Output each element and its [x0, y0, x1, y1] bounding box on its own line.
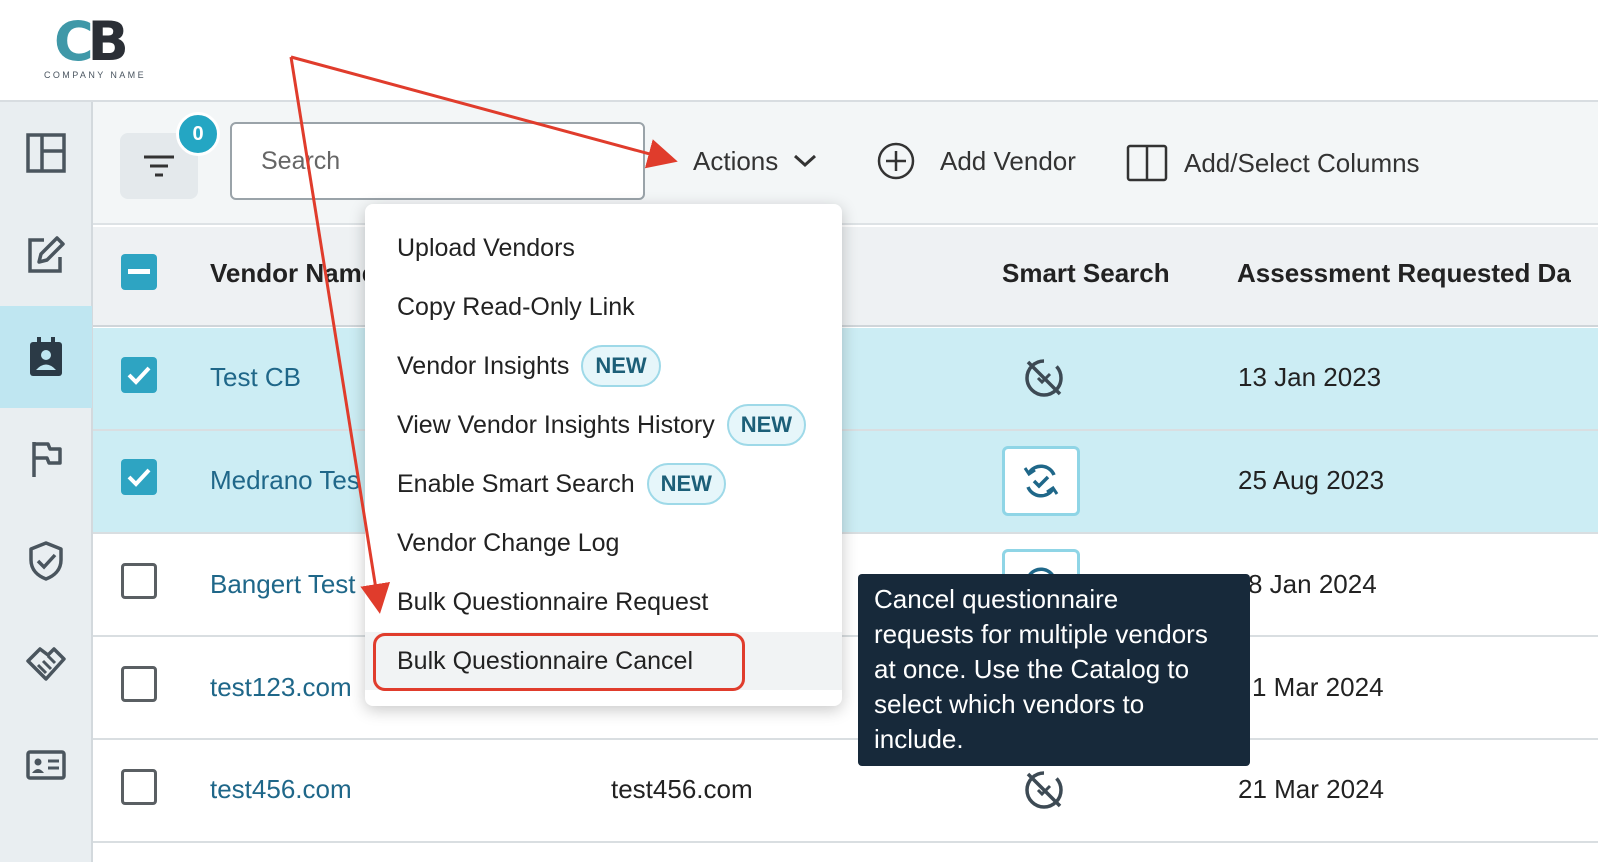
company-logo: CB COMPANY NAME — [40, 14, 160, 84]
row-checkbox[interactable] — [121, 666, 157, 702]
tooltip: Cancel questionnaire requests for multip… — [858, 574, 1250, 766]
sidebar — [0, 102, 93, 862]
logo-letter-c: C — [54, 10, 94, 73]
sidebar-item-security[interactable] — [0, 510, 92, 612]
smart-search-disabled-icon — [1025, 771, 1063, 809]
menu-item-label: Enable Smart Search — [397, 469, 635, 498]
actions-menu: Upload Vendors Copy Read-Only Link Vendo… — [365, 204, 842, 706]
new-badge: NEW — [726, 404, 807, 446]
menu-item-label: View Vendor Insights History — [397, 410, 715, 439]
column-header-vendor-name[interactable]: Vendor Name — [210, 258, 376, 289]
vendor-domain: test456.com — [611, 774, 753, 804]
filter-icon — [144, 155, 174, 177]
contact-clipboard-icon — [30, 337, 62, 376]
id-card-icon — [26, 750, 66, 780]
sidebar-item-partners[interactable] — [0, 612, 92, 714]
tooltip-line: include. — [874, 724, 964, 754]
sidebar-item-flags[interactable] — [0, 408, 92, 510]
vendor-name-link[interactable]: Test CB — [210, 362, 301, 393]
checkmark-icon — [127, 366, 151, 385]
minus-icon — [128, 269, 150, 274]
logo-letter-b: B — [87, 10, 129, 73]
flag-icon — [32, 442, 62, 477]
column-header-assessment-requested[interactable]: Assessment Requested Da — [1237, 258, 1571, 289]
add-select-columns-label: Add/Select Columns — [1184, 147, 1420, 178]
sidebar-item-edit[interactable] — [0, 204, 92, 306]
menu-item-copy-read-only-link[interactable]: Copy Read-Only Link — [365, 278, 842, 336]
row-checkbox[interactable] — [121, 357, 157, 393]
tooltip-line: at once. Use the Catalog to — [874, 654, 1190, 684]
row-checkbox[interactable] — [121, 563, 157, 599]
add-vendor-button[interactable]: Add Vendor — [876, 136, 1076, 186]
menu-item-view-vendor-insights-history[interactable]: View Vendor Insights History NEW — [365, 396, 842, 454]
smart-search-disabled-icon — [1025, 359, 1063, 397]
filter-count-badge: 0 — [176, 112, 220, 156]
menu-item-vendor-change-log[interactable]: Vendor Change Log — [365, 514, 842, 572]
columns-icon — [1126, 144, 1168, 182]
menu-item-bulk-questionnaire-request[interactable]: Bulk Questionnaire Request — [365, 573, 842, 631]
annotation-highlight-box — [373, 633, 745, 691]
shield-check-icon — [29, 541, 63, 581]
search-input[interactable] — [230, 122, 645, 200]
tooltip-line: Cancel questionnaire — [874, 584, 1119, 614]
checkmark-icon — [127, 468, 151, 487]
layout-panels-icon — [26, 133, 66, 173]
vendor-name-link[interactable]: test123.com — [210, 672, 352, 703]
vendor-name-link[interactable]: test456.com — [210, 774, 352, 805]
menu-item-label: Vendor Insights — [397, 351, 570, 380]
actions-dropdown-button[interactable]: Actions — [693, 136, 818, 186]
sidebar-item-dashboard[interactable] — [0, 102, 92, 204]
menu-item-enable-smart-search[interactable]: Enable Smart Search NEW — [365, 455, 842, 513]
menu-item-label: Upload Vendors — [397, 233, 575, 262]
menu-item-label: Bulk Questionnaire Request — [397, 587, 709, 616]
vendor-name-link[interactable]: Bangert Test — [210, 569, 356, 600]
column-header-smart-search[interactable]: Smart Search — [1002, 258, 1170, 289]
row-checkbox[interactable] — [121, 459, 157, 495]
new-badge: NEW — [581, 345, 661, 387]
edit-square-icon — [28, 236, 65, 273]
tooltip-line: requests for multiple vendors — [874, 619, 1208, 649]
assessment-date: 21 Mar 2024 — [1238, 774, 1384, 804]
vendor-name-link[interactable]: Medrano Tes — [210, 465, 360, 496]
row-checkbox[interactable] — [121, 769, 157, 805]
menu-item-label: Vendor Change Log — [397, 528, 620, 557]
menu-item-vendor-insights[interactable]: Vendor Insights NEW — [365, 337, 842, 395]
menu-item-label: Copy Read-Only Link — [397, 292, 635, 321]
add-select-columns-button[interactable]: Add/Select Columns — [1126, 138, 1420, 188]
tooltip-line: select which vendors to — [874, 689, 1145, 719]
plus-circle-icon — [877, 142, 915, 180]
select-all-checkbox[interactable] — [121, 254, 157, 290]
new-badge: NEW — [646, 463, 726, 505]
chevron-down-icon — [794, 154, 817, 168]
assessment-date: 13 Jan 2023 — [1238, 362, 1382, 392]
handshake-icon — [26, 647, 66, 681]
actions-label: Actions — [693, 145, 779, 176]
add-vendor-label: Add Vendor — [940, 145, 1076, 176]
assessment-date: 25 Aug 2023 — [1238, 465, 1385, 495]
smart-search-toggle-button[interactable] — [1002, 446, 1080, 516]
logo-mark: CB — [54, 14, 129, 70]
menu-item-upload-vendors[interactable]: Upload Vendors — [365, 219, 842, 277]
assessment-date: 1 Mar 2024 — [1252, 672, 1384, 702]
logo-subtitle: COMPANY NAME — [44, 70, 146, 80]
sidebar-item-contacts[interactable] — [0, 714, 92, 816]
refresh-check-icon — [1023, 464, 1059, 498]
assessment-date: 8 Jan 2024 — [1248, 569, 1377, 599]
sidebar-item-assessments[interactable] — [0, 306, 92, 408]
